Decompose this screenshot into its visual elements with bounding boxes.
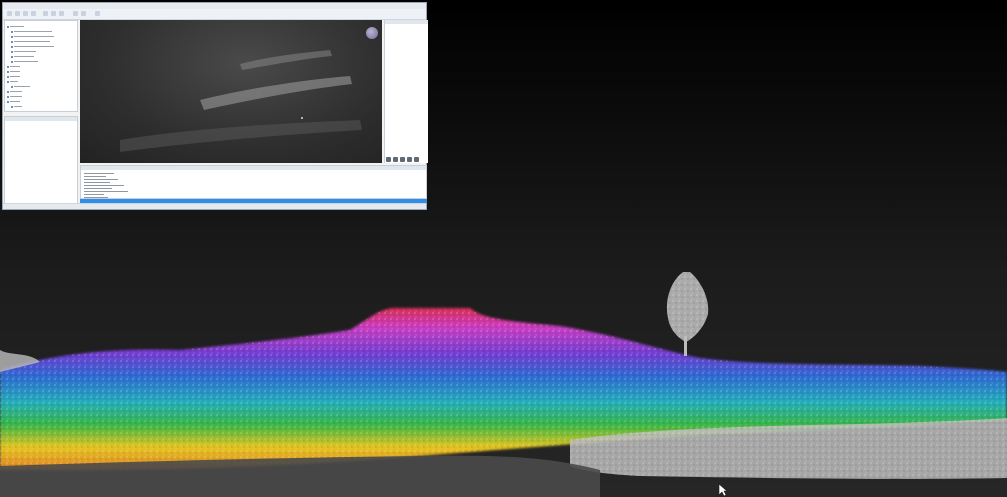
- toolbar-button[interactable]: [51, 11, 56, 16]
- tree-points: [666, 272, 709, 356]
- panel-header: [5, 117, 77, 121]
- settings-icon[interactable]: [414, 156, 419, 162]
- file-icon: [11, 45, 13, 48]
- tree-item[interactable]: [11, 45, 54, 48]
- right-side-panel[interactable]: [384, 20, 428, 163]
- tree-item[interactable]: [11, 60, 38, 63]
- toolbar-button[interactable]: [23, 11, 28, 16]
- software-window-inset[interactable]: [2, 2, 428, 210]
- output-console[interactable]: [80, 165, 427, 199]
- view-tools: [386, 155, 426, 163]
- folder-icon: [7, 25, 9, 28]
- file-icon: [11, 60, 13, 63]
- tree-item[interactable]: [11, 30, 52, 33]
- zoom-icon[interactable]: [386, 156, 391, 162]
- file-icon: [11, 105, 13, 108]
- properties-panel[interactable]: [4, 116, 78, 208]
- folder-icon: [7, 75, 9, 78]
- tree-item[interactable]: [7, 65, 20, 68]
- file-icon: [11, 85, 13, 88]
- toolbar-button[interactable]: [15, 11, 20, 16]
- folder-icon: [7, 95, 9, 98]
- fit-view-icon[interactable]: [407, 156, 412, 162]
- tree-item[interactable]: [11, 40, 50, 43]
- folder-icon: [7, 70, 9, 73]
- panel-header: [81, 166, 426, 170]
- tree-item[interactable]: [7, 70, 20, 73]
- tree-item[interactable]: [7, 75, 20, 78]
- toolbar-button[interactable]: [59, 11, 64, 16]
- tree-item[interactable]: [11, 50, 36, 53]
- file-icon: [11, 35, 13, 38]
- panel-header: [385, 20, 428, 24]
- inset-3d-view[interactable]: [80, 20, 382, 163]
- toolbar-button[interactable]: [95, 11, 100, 16]
- inset-point-cloud: [120, 50, 362, 152]
- compass-icon[interactable]: [366, 27, 378, 39]
- folder-icon: [7, 100, 9, 103]
- file-icon: [11, 40, 13, 43]
- file-icon: [11, 50, 13, 53]
- tree-item[interactable]: [7, 90, 22, 93]
- tree-item[interactable]: [7, 80, 18, 83]
- tree-item[interactable]: [11, 105, 22, 108]
- pan-icon[interactable]: [393, 156, 398, 162]
- toolbar-button[interactable]: [43, 11, 48, 16]
- toolbar-button[interactable]: [81, 11, 86, 16]
- tree-item[interactable]: [11, 85, 30, 88]
- file-icon: [11, 30, 13, 33]
- folder-icon: [7, 80, 9, 83]
- layer-tree-panel[interactable]: [4, 20, 78, 112]
- status-bar: [3, 203, 426, 209]
- tree-item[interactable]: [7, 25, 24, 28]
- toolbar-button[interactable]: [73, 11, 78, 16]
- file-icon: [11, 55, 13, 58]
- tree-item[interactable]: [11, 55, 34, 58]
- toolbar-button[interactable]: [31, 11, 36, 16]
- ribbon-toolbar: [3, 9, 426, 20]
- tree-item[interactable]: [7, 100, 20, 103]
- rotate-icon[interactable]: [400, 156, 405, 162]
- mouse-cursor-icon: [718, 483, 728, 497]
- toolbar-button[interactable]: [7, 11, 12, 16]
- folder-icon: [7, 65, 9, 68]
- tree-item[interactable]: [11, 35, 54, 38]
- tree-item[interactable]: [7, 95, 22, 98]
- folder-icon: [7, 90, 9, 93]
